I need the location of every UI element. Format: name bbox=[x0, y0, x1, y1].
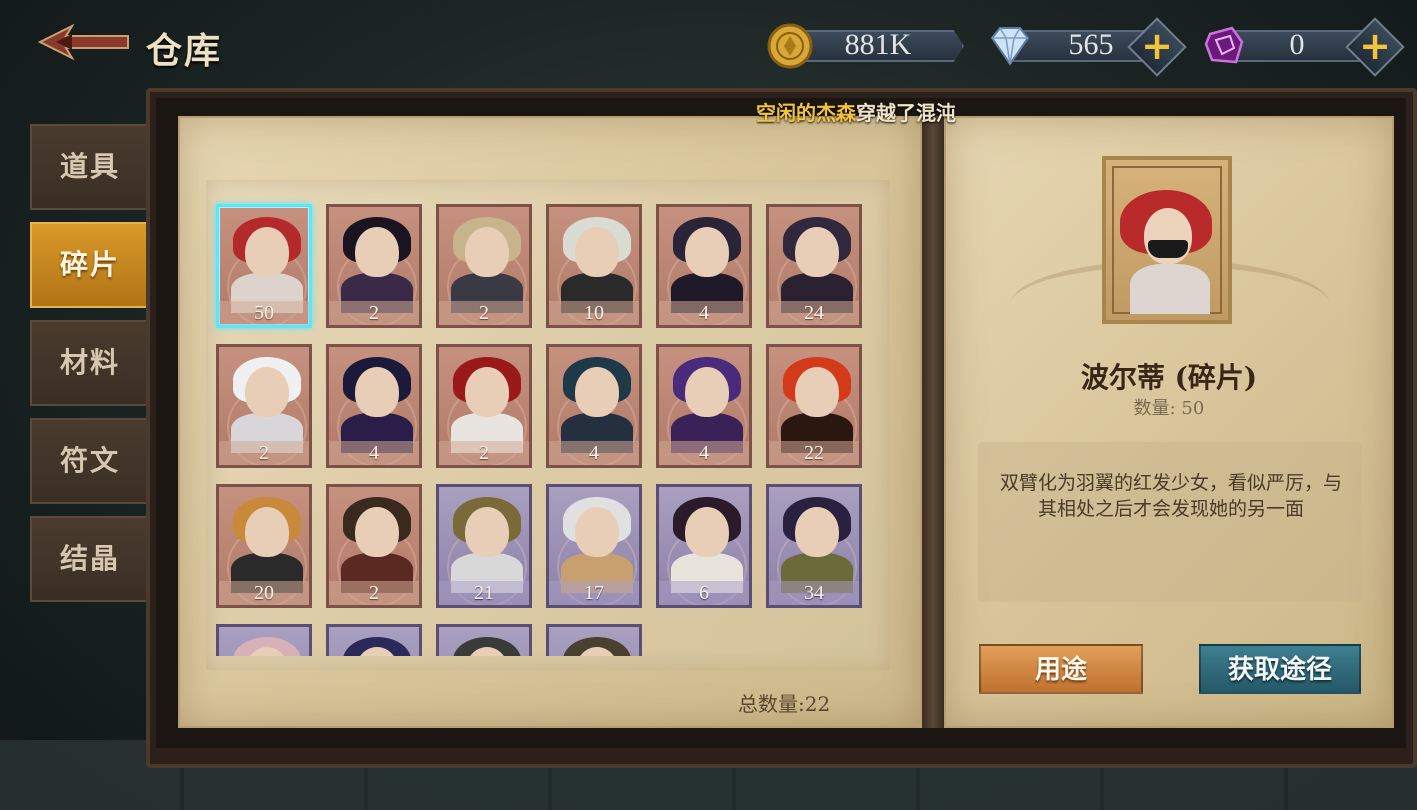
fragment-card[interactable]: 4 bbox=[656, 204, 752, 328]
tab-runes[interactable]: 符文 bbox=[30, 418, 148, 504]
fragment-card[interactable] bbox=[546, 624, 642, 656]
fragment-card[interactable]: 2 bbox=[326, 204, 422, 328]
fragment-count: 21 bbox=[439, 581, 529, 605]
fragment-count: 20 bbox=[219, 581, 309, 605]
fragment-count: 4 bbox=[549, 441, 639, 465]
description-box bbox=[978, 442, 1362, 602]
page-title: 仓库 bbox=[146, 30, 223, 72]
tab-fragments[interactable]: 碎片 bbox=[30, 222, 148, 308]
scrolling-notice: 空闲的杰森穿越了混沌 bbox=[756, 101, 956, 125]
fragment-count: 34 bbox=[769, 581, 859, 605]
fragment-card[interactable]: 24 bbox=[766, 204, 862, 328]
add-diamond-button[interactable]: + bbox=[1127, 17, 1187, 77]
gold-currency: 881K bbox=[766, 22, 966, 69]
fragment-count: 4 bbox=[329, 441, 419, 465]
crystal-currency: 0 + bbox=[1200, 17, 1410, 77]
diamond-icon bbox=[990, 27, 1030, 66]
add-crystal-button[interactable]: + bbox=[1345, 17, 1405, 77]
fragment-card[interactable]: 6 bbox=[656, 484, 752, 608]
fragment-card[interactable]: 4 bbox=[656, 344, 752, 468]
item-description: 双臂化为羽翼的红发少女，看似严厉，与其相处之后才会发现她的另一面 bbox=[999, 472, 1342, 520]
inventory-grid[interactable]: 50 2 2 10 4 24 2 4 2 4 4 22 20 2 21 17 6 34 bbox=[206, 190, 890, 656]
gold-coin-icon bbox=[767, 23, 813, 69]
fragment-card[interactable] bbox=[436, 624, 532, 656]
fragment-count: 2 bbox=[219, 441, 309, 465]
fragment-card[interactable] bbox=[216, 624, 312, 656]
fragment-count: 17 bbox=[549, 581, 639, 605]
purple-crystal-icon bbox=[1204, 26, 1244, 64]
fragment-count: 2 bbox=[439, 441, 529, 465]
fragment-card[interactable]: 2 bbox=[436, 344, 532, 468]
fragment-card[interactable]: 34 bbox=[766, 484, 862, 608]
fragment-count: 4 bbox=[659, 301, 749, 325]
use-button[interactable]: 用途 bbox=[979, 644, 1143, 694]
fragment-card[interactable]: 4 bbox=[546, 344, 642, 468]
fragment-card[interactable]: 2 bbox=[216, 344, 312, 468]
fragment-count: 6 bbox=[659, 581, 749, 605]
fragment-card[interactable]: 2 bbox=[436, 204, 532, 328]
fragment-card[interactable]: 10 bbox=[546, 204, 642, 328]
tab-items[interactable]: 道具 bbox=[30, 124, 148, 210]
fragment-card[interactable] bbox=[326, 624, 422, 656]
total-count: 总数量:22 bbox=[738, 692, 831, 716]
fragment-card[interactable]: 20 bbox=[216, 484, 312, 608]
item-quantity: 数量: 50 bbox=[1133, 398, 1205, 419]
fragment-card[interactable]: 2 bbox=[326, 484, 422, 608]
back-button[interactable] bbox=[37, 22, 130, 62]
fragment-card[interactable]: 17 bbox=[546, 484, 642, 608]
plus-icon: + bbox=[1141, 24, 1173, 68]
diamond-currency: 565 + bbox=[986, 17, 1187, 77]
tab-crystals[interactable]: 结晶 bbox=[30, 516, 148, 602]
fragment-card[interactable]: 21 bbox=[436, 484, 532, 608]
fragment-card[interactable]: 4 bbox=[326, 344, 422, 468]
tab-materials[interactable]: 材料 bbox=[30, 320, 148, 406]
obtain-source-button[interactable]: 获取途径 bbox=[1199, 644, 1361, 694]
fragment-count: 24 bbox=[769, 301, 859, 325]
fragment-card[interactable]: 50 bbox=[216, 204, 312, 328]
fragment-count: 22 bbox=[769, 441, 859, 465]
back-arrow-icon bbox=[37, 23, 129, 61]
selected-item-portrait bbox=[1102, 156, 1232, 324]
item-name: 波尔蒂 (碎片) bbox=[1080, 361, 1258, 394]
book-spine bbox=[922, 116, 944, 728]
fragment-card[interactable]: 22 bbox=[766, 344, 862, 468]
fragment-count: 2 bbox=[329, 581, 419, 605]
fragment-count: 2 bbox=[439, 301, 529, 325]
fragment-count: 4 bbox=[659, 441, 749, 465]
fragment-count: 2 bbox=[329, 301, 419, 325]
plus-icon: + bbox=[1359, 24, 1391, 68]
fragment-count: 10 bbox=[549, 301, 639, 325]
crystal-amount: 0 bbox=[1289, 28, 1305, 61]
gold-amount: 881K bbox=[844, 28, 912, 61]
fragment-count: 50 bbox=[219, 301, 309, 325]
